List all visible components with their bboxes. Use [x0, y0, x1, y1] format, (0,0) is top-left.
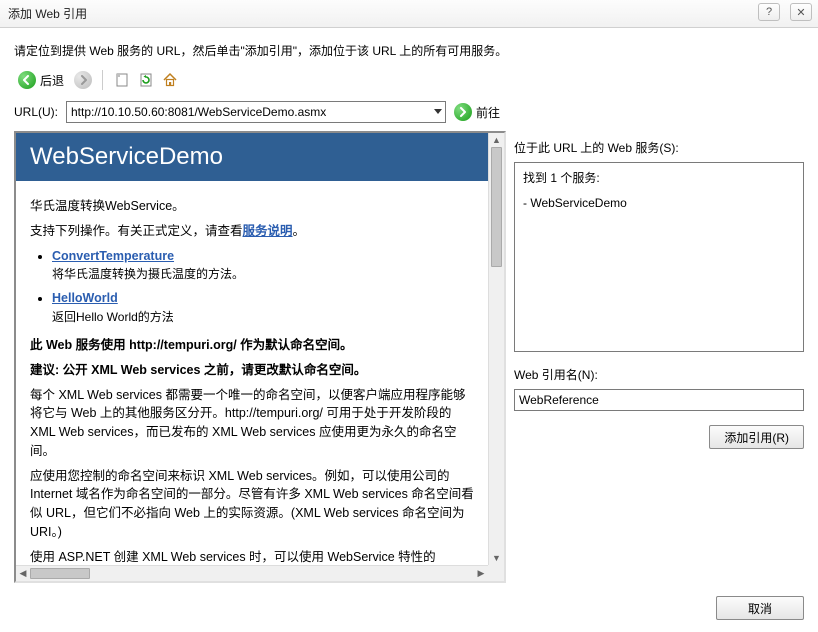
scroll-thumb[interactable]: [30, 568, 90, 579]
cancel-button[interactable]: 取消: [716, 596, 804, 620]
refname-input[interactable]: [514, 389, 804, 411]
help-icon[interactable]: ?: [758, 3, 780, 21]
add-reference-button[interactable]: 添加引用(R): [709, 425, 804, 449]
close-icon[interactable]: ✕: [790, 3, 812, 21]
forward-button: [74, 71, 92, 89]
intro-text: 华氏温度转换WebService。: [30, 197, 474, 216]
namespace-line: 此 Web 服务使用 http://tempuri.org/ 作为默认命名空间。: [30, 336, 474, 355]
refresh-icon[interactable]: [137, 71, 155, 89]
scroll-left-icon[interactable]: ◀: [16, 566, 30, 581]
url-row: URL(U): 前往: [14, 101, 804, 123]
scroll-up-icon[interactable]: ▲: [489, 133, 504, 147]
para2: 应使用您控制的命名空间来标识 XML Web services。例如，可以使用公…: [30, 467, 474, 542]
operation-desc: 将华氏温度转换为摄氏温度的方法。: [52, 265, 474, 283]
url-input[interactable]: [67, 102, 445, 122]
right-column: 位于此 URL 上的 Web 服务(S): 找到 1 个服务: - WebSer…: [514, 131, 804, 583]
chevron-down-icon[interactable]: [429, 102, 445, 122]
operation-item: ConvertTemperature 将华氏温度转换为摄氏温度的方法。: [52, 247, 474, 284]
go-label: 前往: [476, 104, 500, 121]
url-label: URL(U):: [14, 105, 58, 119]
page-banner: WebServiceDemo: [16, 133, 488, 181]
home-icon[interactable]: [161, 71, 179, 89]
footer: 取消: [716, 596, 804, 620]
titlebar: 添加 Web 引用 ? ✕: [0, 0, 818, 28]
scroll-down-icon[interactable]: ▼: [489, 551, 504, 565]
back-arrow-icon: [18, 71, 36, 89]
go-button[interactable]: 前往: [454, 103, 500, 121]
page-document: 华氏温度转换WebService。 支持下列操作。有关正式定义，请查看服务说明。…: [16, 181, 488, 565]
operations-list: ConvertTemperature 将华氏温度转换为摄氏温度的方法。 Hell…: [52, 247, 474, 327]
services-listbox[interactable]: 找到 1 个服务: - WebServiceDemo: [514, 162, 804, 352]
services-label: 位于此 URL 上的 Web 服务(S):: [514, 139, 804, 156]
toolbar: 后退: [14, 69, 804, 91]
instruction-text: 请定位到提供 Web 服务的 URL，然后单击"添加引用"，添加位于该 URL …: [14, 42, 804, 59]
scroll-right-icon[interactable]: ▶: [474, 566, 488, 581]
para1: 每个 XML Web services 都需要一个唯一的命名空间，以便客户端应用…: [30, 386, 474, 461]
services-found-text: 找到 1 个服务:: [523, 169, 795, 186]
operation-desc: 返回Hello World的方法: [52, 308, 474, 326]
preview-frame: WebServiceDemo 华氏温度转换WebService。 支持下列操作。…: [14, 131, 506, 583]
recommend-line: 建议: 公开 XML Web services 之前，请更改默认命名空间。: [30, 361, 474, 380]
operation-link[interactable]: HelloWorld: [52, 291, 118, 305]
para3: 使用 ASP.NET 创建 XML Web services 时，可以使用 We…: [30, 548, 474, 566]
horizontal-scrollbar[interactable]: ◀ ▶: [16, 565, 488, 581]
stop-icon[interactable]: [113, 71, 131, 89]
back-label: 后退: [40, 72, 64, 89]
scroll-corner: [488, 565, 504, 581]
operation-link[interactable]: ConvertTemperature: [52, 249, 174, 263]
operation-item: HelloWorld 返回Hello World的方法: [52, 289, 474, 326]
scroll-thumb[interactable]: [491, 147, 502, 267]
service-item[interactable]: - WebServiceDemo: [523, 196, 795, 210]
url-input-wrap[interactable]: [66, 101, 446, 123]
vertical-scrollbar[interactable]: ▲ ▼: [488, 133, 504, 565]
refname-label: Web 引用名(N):: [514, 366, 804, 383]
ops-text: 支持下列操作。有关正式定义，请查看服务说明。: [30, 222, 474, 241]
service-description-link[interactable]: 服务说明: [243, 224, 293, 238]
separator: [102, 70, 103, 90]
go-arrow-icon: [454, 103, 472, 121]
window-title: 添加 Web 引用: [8, 5, 87, 22]
back-button[interactable]: 后退: [14, 69, 68, 91]
